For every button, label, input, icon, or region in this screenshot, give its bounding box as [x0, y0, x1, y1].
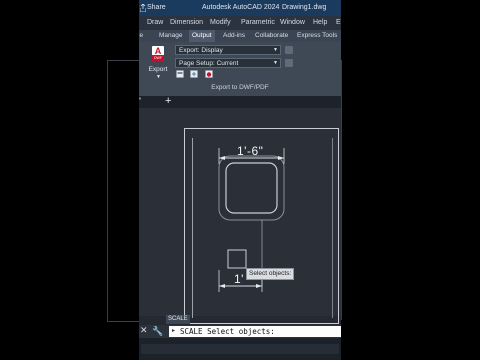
publish-icon[interactable] [190, 70, 198, 78]
bottom-dimension-arrow-right [256, 284, 262, 288]
top-dimension-text: 1'-6" [237, 144, 264, 158]
document-name: Drawing1.dwg [282, 4, 327, 11]
chevron-down-icon: ▼ [273, 47, 278, 53]
menu-modify[interactable]: Modify [210, 19, 231, 26]
autocad-export-icon: A DWF [152, 46, 164, 61]
file-tab-bar: y* + [139, 95, 341, 108]
bottom-dimension-text: 1' [234, 272, 244, 286]
page-setup-dropdown-value: Page Setup: Current [179, 60, 239, 67]
inner-rounded-square [225, 162, 278, 214]
close-icon[interactable]: ✕ [140, 325, 148, 336]
file-tab-drawing[interactable]: y* [139, 97, 141, 104]
export-settings-icon[interactable] [285, 46, 293, 54]
menu-parametric[interactable]: Parametric [241, 19, 275, 26]
menu-help[interactable]: Help [313, 19, 327, 26]
menu-dimension[interactable]: Dimension [170, 19, 203, 26]
export-button-label: Export [148, 66, 168, 73]
background-window-frame-right [341, 60, 342, 320]
bottom-dimension-arrow-left [219, 284, 225, 288]
chevron-down-icon: ▼ [273, 60, 278, 66]
page-setup-icon[interactable] [285, 59, 293, 67]
panel-label: Export to DWF/PDF [211, 84, 269, 91]
autocad-window: Share Autodesk AutoCAD 2024 Drawing1.dwg… [139, 0, 341, 360]
command-line: ✕ 🔧 ▸ SCALE Select objects: [139, 325, 341, 338]
tab-manage[interactable]: Manage [159, 32, 183, 39]
chevron-right-icon: ▸ [172, 328, 176, 334]
logo-sub: DWF [152, 55, 164, 61]
status-bar [139, 338, 341, 360]
menu-bar: Draw Dimension Modify Parametric Window … [139, 16, 341, 30]
command-input[interactable]: ▸ SCALE Select objects: [169, 326, 341, 337]
share-icon[interactable] [140, 4, 146, 12]
share-button[interactable]: Share [147, 4, 166, 11]
cursor-tooltip: Select objects: [246, 268, 295, 280]
status-bar-tray [141, 344, 339, 354]
export-button[interactable]: A DWF Export ▼ [147, 45, 169, 89]
tab-output[interactable]: Output [189, 30, 215, 42]
command-prompt-text: SCALE Select objects: [180, 327, 275, 336]
tab-express-tools[interactable]: Express Tools [297, 32, 337, 39]
command-history-tag: SCALE [166, 315, 190, 324]
wrench-icon[interactable]: 🔧 [152, 326, 163, 337]
ribbon-panel-export: A DWF Export ▼ Export: Display ▼ Page Se… [139, 42, 341, 96]
menu-window[interactable]: Window [280, 19, 305, 26]
tab-collaborate[interactable]: Collaborate [255, 32, 288, 39]
small-square [227, 249, 247, 269]
tab-add-ins[interactable]: Add-ins [223, 32, 245, 39]
pdf-options-icon[interactable] [205, 70, 213, 78]
menu-express[interactable]: E [336, 19, 341, 26]
drawing-canvas[interactable]: 1'-6" 1' [139, 108, 341, 324]
export-dropdown-value: Export: Display [179, 47, 223, 54]
background-window-frame-left [107, 60, 140, 322]
page-setup-dropdown[interactable]: Page Setup: Current ▼ [175, 58, 281, 68]
menu-draw[interactable]: Draw [147, 19, 163, 26]
title-bar: Share Autodesk AutoCAD 2024 Drawing1.dwg [139, 0, 341, 16]
app-title: Autodesk AutoCAD 2024 [202, 4, 280, 11]
ribbon-tab-bar: ie Manage Output Add-ins Collaborate Exp… [139, 30, 341, 42]
chevron-down-icon: ▼ [156, 74, 161, 80]
tab-view[interactable]: ie [139, 32, 143, 39]
plus-icon[interactable]: + [165, 95, 171, 107]
preview-icon[interactable] [176, 70, 184, 78]
export-dropdown[interactable]: Export: Display ▼ [175, 45, 281, 55]
